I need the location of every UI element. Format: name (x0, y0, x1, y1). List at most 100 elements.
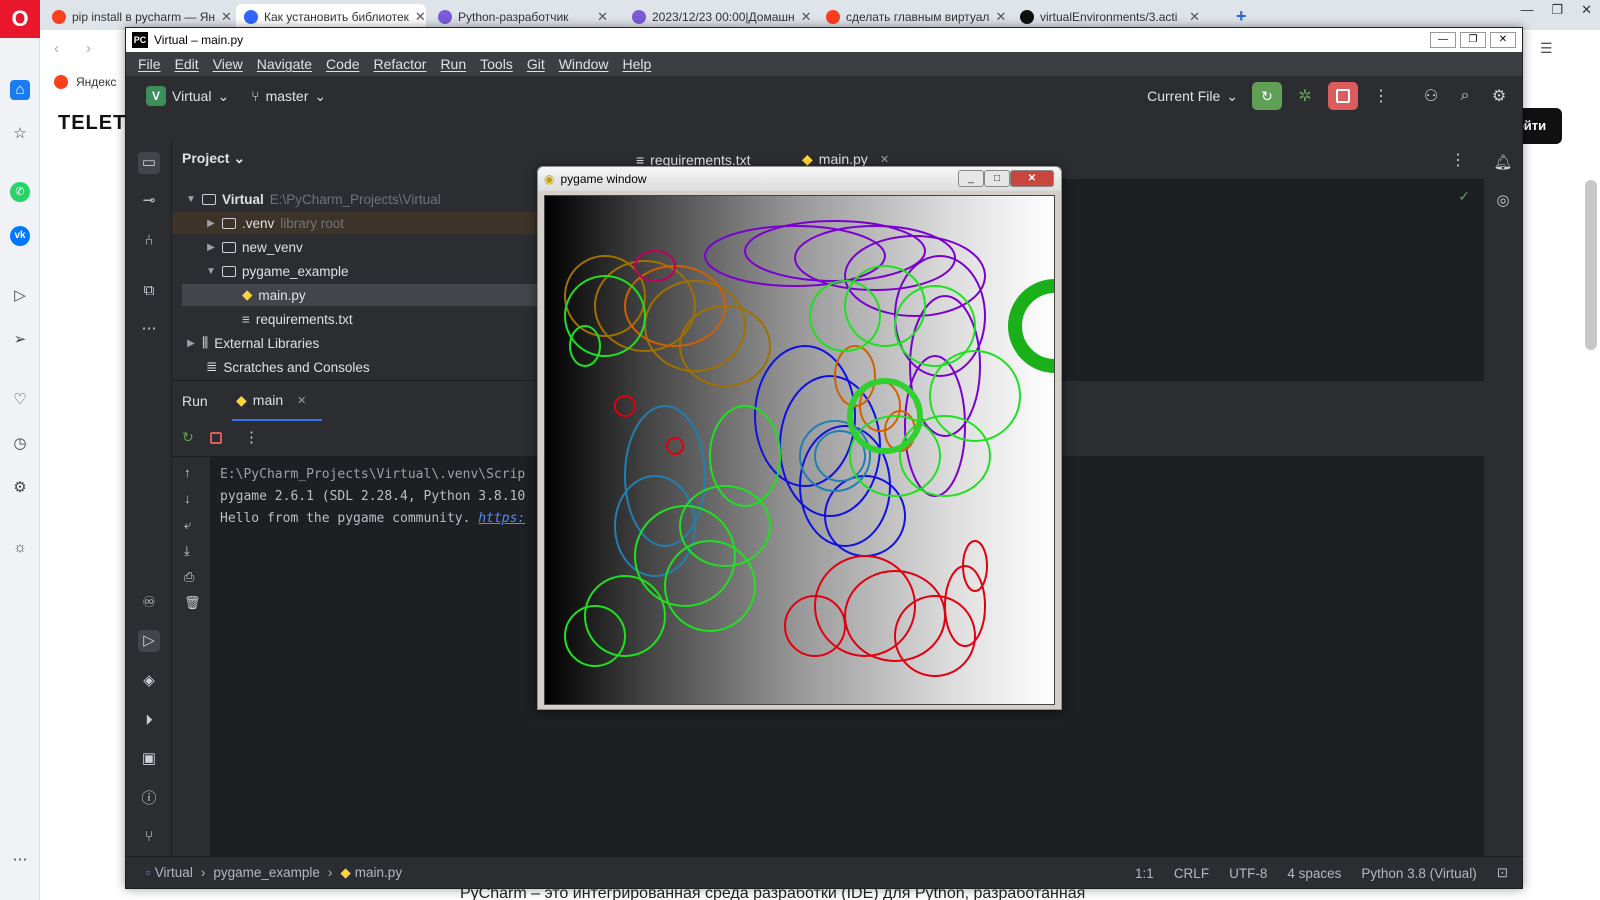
debug-icon[interactable]: ✲ (1294, 86, 1316, 106)
run-tool-icon[interactable]: ▷ (138, 630, 160, 652)
file-encoding[interactable]: UTF-8 (1229, 866, 1267, 881)
whatsapp-icon[interactable]: ✆ (10, 182, 30, 202)
menu-git[interactable]: Git (527, 56, 545, 72)
search-icon[interactable]: ⌕ (1454, 87, 1476, 105)
project-selector[interactable]: Virtual ⌄ (172, 88, 229, 105)
scroll-end-icon[interactable]: ⤓ (184, 543, 190, 559)
git-icon[interactable]: ⑂ (138, 826, 160, 848)
caret-position[interactable]: 1:1 (1135, 866, 1154, 881)
breadcrumb-pygame-example[interactable]: pygame_example (213, 865, 320, 880)
menu-window[interactable]: Window (559, 56, 609, 72)
more-actions-icon[interactable]: ⋮ (1370, 86, 1392, 106)
menu-tools[interactable]: Tools (480, 56, 513, 72)
arrow-up-icon[interactable]: ↑ (184, 465, 191, 480)
back-icon[interactable]: ‹ (54, 40, 59, 57)
settings-icon[interactable]: ⚙ (10, 478, 30, 498)
minimize-button[interactable]: — (1430, 32, 1456, 48)
tree-requirements[interactable]: ≡ requirements.txt (242, 308, 353, 330)
tree-scratches[interactable]: ≣ Scratches and Consoles (206, 356, 370, 378)
trash-icon[interactable]: 🗑︎ (184, 595, 201, 611)
notifications-icon[interactable]: 🔔︎ (1492, 152, 1514, 174)
more-tools-icon[interactable]: ⋯ (138, 318, 160, 340)
pygame-window[interactable]: ◉ pygame window _ □ ✕ (537, 166, 1062, 710)
branch-selector[interactable]: ⑂ master ⌄ (251, 88, 326, 105)
stop-button[interactable] (1328, 82, 1358, 110)
stop-icon[interactable] (210, 432, 222, 444)
pull-request-icon[interactable]: ⑃ (138, 230, 160, 252)
run-config-selector[interactable]: Current File ⌄ (1147, 88, 1238, 105)
line-separator[interactable]: CRLF (1174, 866, 1209, 881)
settings-icon[interactable]: ⚙ (1488, 86, 1510, 106)
opera-logo[interactable]: O (0, 0, 40, 38)
menu-code[interactable]: Code (326, 56, 359, 72)
print-icon[interactable]: ⎙ (184, 569, 194, 585)
restore-icon[interactable]: ❐ (1551, 2, 1563, 18)
commit-icon[interactable]: ⊸ (138, 190, 160, 212)
close-tab-icon[interactable]: ✕ (415, 9, 426, 25)
menu-refactor[interactable]: Refactor (374, 56, 427, 72)
close-icon[interactable]: ✕ (1581, 2, 1592, 18)
services-icon[interactable]: ⏵ (138, 710, 160, 732)
send-icon[interactable]: ➢ (10, 330, 30, 350)
vk-icon[interactable]: vk (10, 226, 30, 246)
lock-icon[interactable]: ⊡ (1497, 865, 1508, 881)
indent-setting[interactable]: 4 spaces (1287, 866, 1341, 881)
menu-edit[interactable]: Edit (175, 56, 199, 72)
maximize-button[interactable]: □ (984, 170, 1010, 187)
menu-navigate[interactable]: Navigate (257, 56, 312, 72)
new-tab-button[interactable]: + (1236, 6, 1247, 27)
rerun-icon[interactable]: ↻ (182, 429, 194, 446)
problems-icon[interactable]: ⓘ (138, 788, 160, 810)
page-scrollbar[interactable] (1585, 180, 1597, 350)
soft-wrap-icon[interactable]: ⤶ (184, 517, 191, 533)
python-console-icon[interactable]: ♾ (138, 592, 160, 614)
terminal-icon[interactable]: ▣ (138, 748, 160, 770)
breadcrumb-main-py[interactable]: main.py (355, 865, 402, 880)
home-icon[interactable]: ⌂ (10, 80, 30, 100)
rerun-button[interactable]: ↻ (1252, 82, 1282, 110)
history-icon[interactable]: ◷ (10, 434, 30, 454)
close-tab-icon[interactable]: ✕ (297, 394, 306, 407)
tree-new-venv[interactable]: ▶ new_venv (206, 236, 303, 258)
star-icon[interactable]: ☆ (10, 124, 30, 144)
close-tab-icon[interactable]: ✕ (880, 153, 889, 166)
close-button[interactable]: ✕ (1010, 170, 1054, 187)
run-config-tab[interactable]: ◆ main ✕ (232, 381, 323, 421)
player-icon[interactable]: ▷ (10, 286, 30, 306)
close-tab-icon[interactable]: ✕ (1189, 9, 1200, 25)
pygame-canvas[interactable] (544, 195, 1055, 705)
add-user-icon[interactable]: ⚇ (1420, 86, 1442, 106)
bookmark-yandex[interactable]: Яндекс (76, 75, 116, 89)
close-tab-icon[interactable]: ✕ (995, 9, 1006, 25)
menu-icon[interactable]: ☰ (1540, 40, 1553, 57)
more-tabs-icon[interactable]: ⋮ (1450, 150, 1466, 170)
minimize-icon[interactable]: — (1520, 2, 1533, 18)
more-icon[interactable]: ⋯ (10, 850, 30, 870)
tree-pygame-example[interactable]: ▼ pygame_example (206, 260, 349, 282)
project-tool-icon[interactable]: ▭ (138, 152, 160, 174)
menu-run[interactable]: Run (440, 56, 466, 72)
heart-icon[interactable]: ♡ (10, 390, 30, 410)
menu-view[interactable]: View (213, 56, 243, 72)
tree-external-libraries[interactable]: ▶ ⫼ External Libraries (186, 332, 319, 354)
more-icon[interactable]: ⋮ (244, 428, 259, 446)
close-tab-icon[interactable]: ✕ (221, 9, 230, 25)
menu-help[interactable]: Help (623, 56, 652, 72)
tree-root[interactable]: ▼ Virtual E:\PyCharm_Projects\Virtual (186, 188, 441, 210)
forward-icon[interactable]: › (86, 40, 91, 57)
ai-assistant-icon[interactable]: ◎ (1492, 190, 1514, 212)
structure-icon[interactable]: ⧉ (138, 280, 160, 302)
minimize-button[interactable]: _ (958, 170, 984, 187)
close-tab-icon[interactable]: ✕ (597, 9, 608, 25)
interpreter-selector[interactable]: Python 3.8 (Virtual) (1361, 866, 1476, 881)
console-link[interactable]: https: (478, 511, 525, 526)
breadcrumb-virtual[interactable]: Virtual (155, 865, 193, 880)
close-tab-icon[interactable]: ✕ (801, 9, 812, 25)
layers-icon[interactable]: ◈ (138, 670, 160, 692)
lightbulb-icon[interactable]: ☼ (10, 538, 30, 558)
menu-file[interactable]: File (138, 56, 161, 72)
maximize-button[interactable]: ❐ (1460, 32, 1486, 48)
project-panel-header[interactable]: Project ⌄ (182, 150, 245, 167)
arrow-down-icon[interactable]: ↓ (184, 491, 191, 506)
close-button[interactable]: ✕ (1490, 32, 1516, 48)
